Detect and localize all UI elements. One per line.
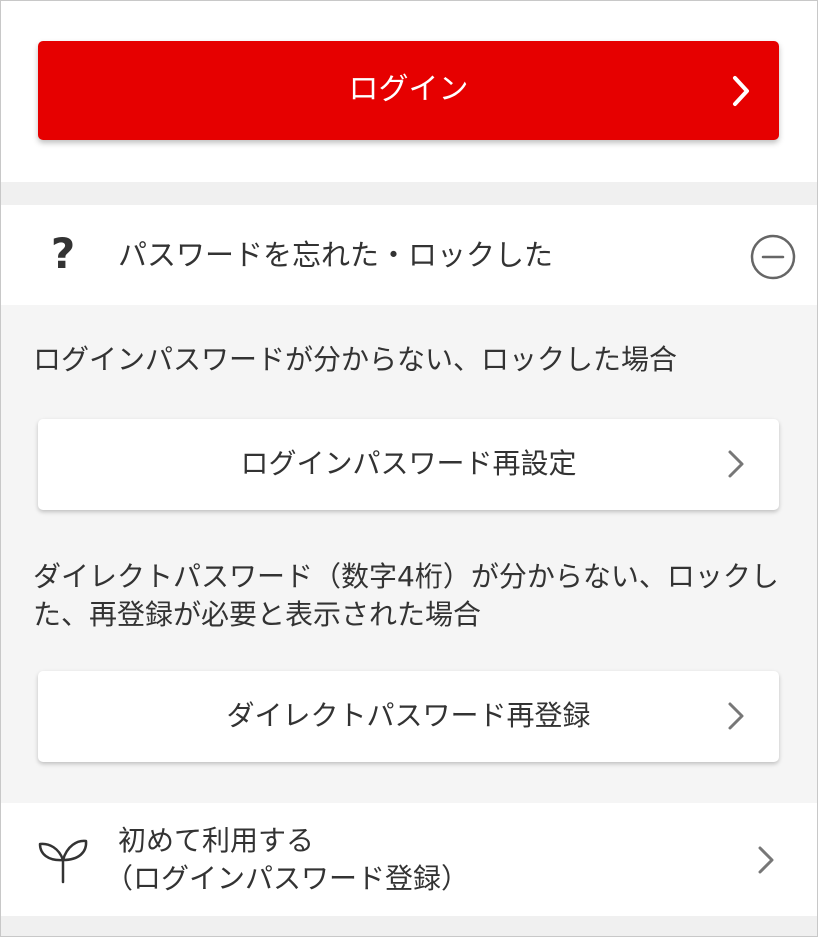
bottom-divider bbox=[1, 916, 817, 936]
login-password-reset-button[interactable]: ログインパスワード再設定 bbox=[38, 419, 779, 510]
login-page: ログイン ? パスワードを忘れた・ロックした ログインパスワードが分からない、ロ… bbox=[0, 0, 818, 937]
direct-password-description: ダイレクトパスワード（数字4桁）が分からない、ロックした、再登録が必要と表示され… bbox=[33, 560, 779, 631]
sprout-icon bbox=[38, 839, 88, 884]
forgot-password-title: パスワードを忘れた・ロックした bbox=[118, 238, 554, 272]
collapse-minus-icon[interactable] bbox=[750, 234, 796, 280]
login-button[interactable]: ログイン bbox=[38, 41, 779, 140]
first-use-subtitle: （ログインパスワード登録） bbox=[105, 862, 470, 895]
first-use-button[interactable]: 初めて利用する （ログインパスワード登録） bbox=[1, 803, 817, 916]
chevron-right-icon bbox=[728, 702, 744, 730]
login-password-description: ログインパスワードが分からない、ロックした場合 bbox=[33, 343, 678, 376]
section-divider bbox=[1, 182, 817, 205]
chevron-right-icon bbox=[728, 450, 744, 478]
login-password-reset-label: ログインパスワード再設定 bbox=[240, 447, 577, 480]
direct-password-reregister-label: ダイレクトパスワード再登録 bbox=[226, 699, 591, 732]
chevron-right-icon bbox=[733, 76, 749, 106]
login-button-label: ログイン bbox=[348, 72, 469, 107]
direct-password-reregister-button[interactable]: ダイレクトパスワード再登録 bbox=[38, 671, 779, 762]
first-use-title: 初めて利用する bbox=[118, 824, 315, 857]
chevron-right-icon bbox=[758, 846, 774, 874]
forgot-password-accordion-body: ログインパスワードが分からない、ロックした場合 ログインパスワード再設定 ダイレ… bbox=[1, 305, 817, 803]
forgot-password-accordion-header[interactable]: ? パスワードを忘れた・ロックした bbox=[1, 205, 817, 305]
question-icon: ? bbox=[50, 229, 76, 278]
login-section: ログイン bbox=[1, 1, 817, 182]
